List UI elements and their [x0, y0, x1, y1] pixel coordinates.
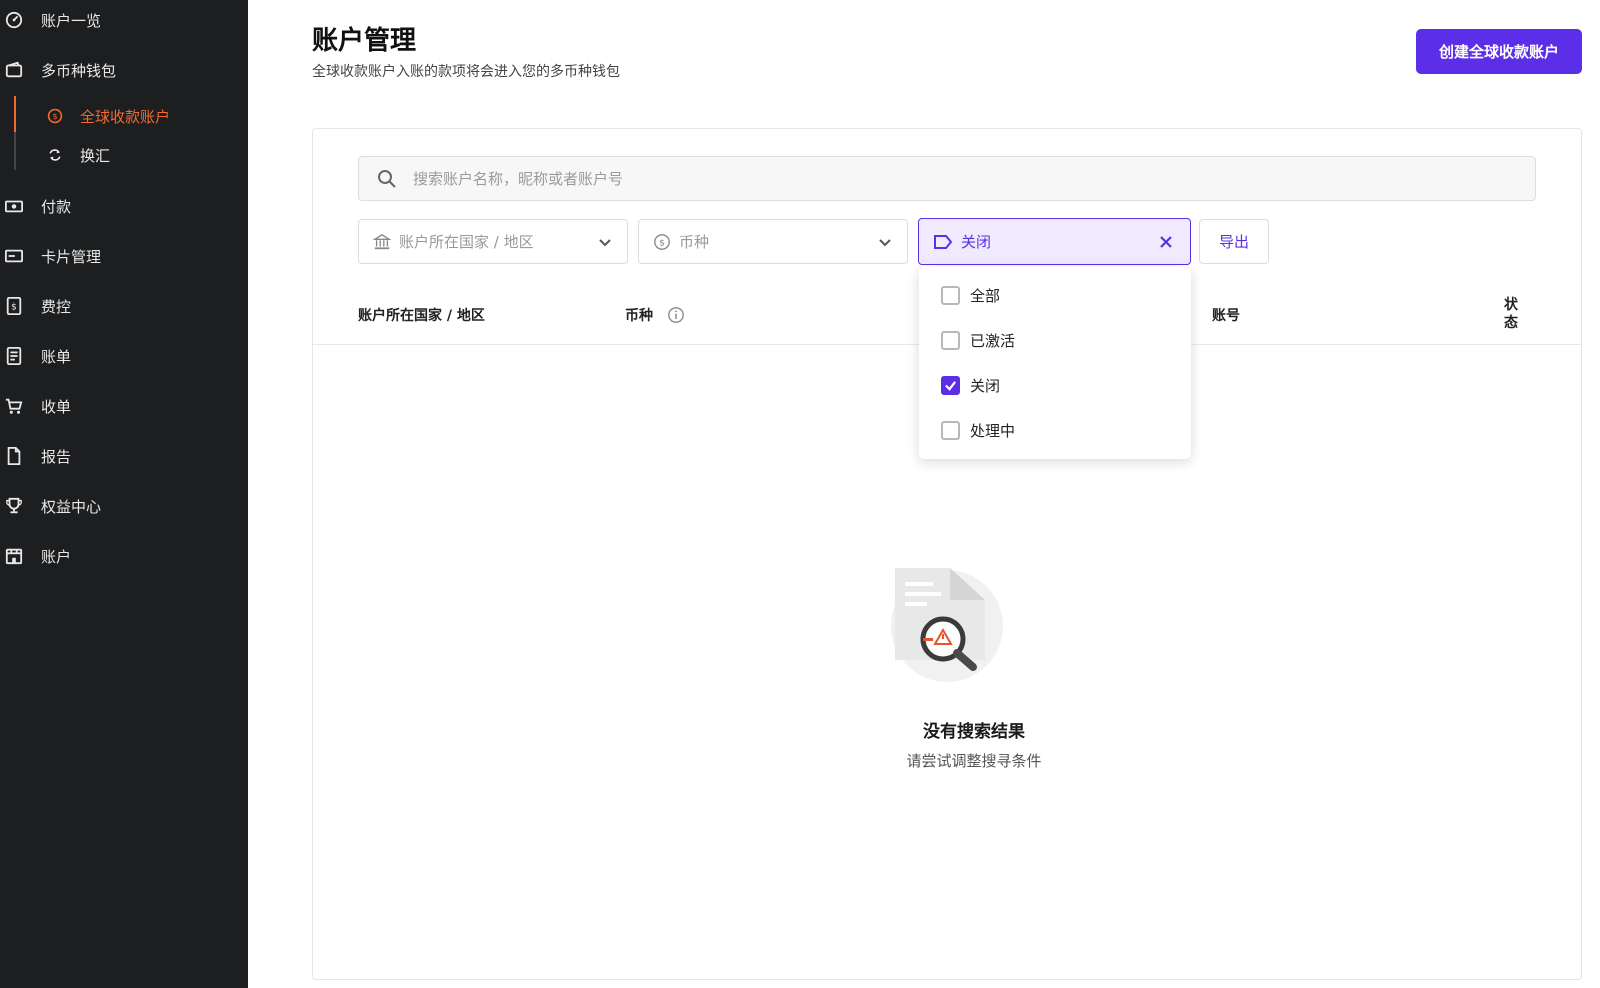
sidebar-subitem-exchange[interactable]: 换汇 — [14, 140, 110, 170]
column-header-account-number: 账号 — [1212, 308, 1240, 324]
status-option-all[interactable]: 全部 — [941, 283, 1000, 307]
search-input[interactable] — [413, 169, 1313, 188]
status-option-label: 已激活 — [970, 331, 1016, 350]
sidebar-item-account[interactable]: 账户 — [0, 541, 71, 571]
sidebar-subitem-label: 换汇 — [80, 146, 111, 165]
page-title: 账户管理 — [312, 26, 417, 56]
sidebar-item-overview[interactable]: 账户一览 — [0, 5, 101, 35]
chevron-down-icon — [879, 238, 891, 246]
exchange-icon — [44, 147, 66, 163]
currency-filter-text: 币种 — [679, 233, 710, 251]
no-results-illustration-icon — [891, 568, 1003, 682]
info-icon[interactable] — [667, 306, 685, 324]
report-icon — [0, 447, 28, 465]
checkbox[interactable] — [941, 285, 960, 305]
dollar-circle-icon: $ — [654, 233, 670, 250]
empty-state-description: 请尝试调整搜寻条件 — [906, 752, 1042, 770]
status-filter-value: 关闭 — [961, 233, 992, 251]
column-header-currency-label: 币种 — [625, 308, 653, 324]
checkbox[interactable] — [941, 420, 960, 440]
check-icon — [945, 380, 957, 391]
money-icon — [0, 197, 28, 215]
status-option-processing[interactable]: 处理中 — [941, 418, 1015, 442]
empty-state-title: 没有搜索结果 — [923, 722, 1025, 742]
store-icon — [0, 547, 28, 565]
sidebar-item-payment[interactable]: 付款 — [0, 191, 71, 221]
sidebar-item-label: 收单 — [41, 397, 72, 416]
column-header-country: 账户所在国家 / 地区 — [358, 308, 485, 324]
status-option-active[interactable]: 已激活 — [941, 328, 1015, 352]
search-icon — [378, 169, 396, 188]
currency-filter[interactable]: $ 币种 — [638, 219, 908, 264]
svg-text:$: $ — [52, 112, 57, 121]
sidebar-item-label: 账户 — [41, 547, 72, 566]
expense-icon: $ — [0, 297, 28, 315]
checkbox[interactable] — [941, 330, 960, 350]
close-icon[interactable] — [1158, 234, 1174, 250]
sidebar-item-label: 多币种钱包 — [41, 61, 117, 80]
status-filter[interactable]: 关闭 — [918, 218, 1191, 265]
wallet-icon — [0, 61, 28, 79]
sidebar-item-label: 费控 — [41, 297, 72, 316]
country-filter-text: 账户所在国家 / 地区 — [399, 233, 534, 251]
svg-text:$: $ — [11, 303, 17, 313]
sidebar: 账户一览 多币种钱包 $ 全球收款账户 换汇 付款 卡片管理 $ 费控 账单 收… — [0, 0, 248, 988]
country-filter[interactable]: 账户所在国家 / 地区 — [358, 219, 628, 264]
sidebar-item-label: 报告 — [41, 447, 72, 466]
search-bar[interactable] — [358, 156, 1536, 201]
sidebar-item-wallet[interactable]: 多币种钱包 — [0, 55, 116, 85]
status-option-label: 全部 — [970, 286, 1001, 305]
cart-icon — [0, 397, 28, 415]
status-option-label: 关闭 — [970, 376, 1001, 395]
bank-icon — [373, 233, 391, 249]
sidebar-item-acquiring[interactable]: 收单 — [0, 391, 71, 421]
checkbox-checked[interactable] — [941, 375, 960, 395]
sidebar-item-rewards[interactable]: 权益中心 — [0, 491, 101, 521]
sidebar-subitem-label: 全球收款账户 — [80, 107, 171, 126]
column-header-currency: 币种 — [625, 305, 685, 325]
dollar-circle-icon: $ — [44, 108, 66, 124]
status-option-closed[interactable]: 关闭 — [941, 373, 1000, 397]
sidebar-subitem-global-accounts[interactable]: $ 全球收款账户 — [14, 101, 170, 131]
card-icon — [0, 247, 28, 265]
dashboard-icon — [0, 11, 28, 29]
tag-icon — [934, 234, 953, 249]
sidebar-item-label: 权益中心 — [41, 497, 102, 516]
sidebar-item-expense[interactable]: $ 费控 — [0, 291, 71, 321]
sidebar-item-label: 账单 — [41, 347, 72, 366]
trophy-icon — [0, 497, 28, 515]
sidebar-item-bills[interactable]: 账单 — [0, 341, 71, 371]
svg-text:$: $ — [659, 238, 665, 248]
status-option-label: 处理中 — [970, 421, 1016, 440]
sidebar-item-label: 卡片管理 — [41, 247, 102, 266]
page-subtitle: 全球收款账户入账的款项将会进入您的多币种钱包 — [312, 64, 620, 80]
export-button[interactable]: 导出 — [1199, 219, 1269, 264]
create-global-account-button[interactable]: 创建全球收款账户 — [1416, 29, 1582, 74]
sidebar-item-reports[interactable]: 报告 — [0, 441, 71, 471]
sidebar-item-label: 账户一览 — [41, 11, 102, 30]
column-header-status: 状态 — [1504, 297, 1518, 331]
status-dropdown: 全部 已激活 关闭 处理中 — [919, 267, 1191, 459]
sidebar-item-cards[interactable]: 卡片管理 — [0, 241, 101, 271]
sidebar-item-label: 付款 — [41, 197, 72, 216]
bill-icon — [0, 347, 28, 365]
chevron-down-icon — [599, 238, 611, 246]
